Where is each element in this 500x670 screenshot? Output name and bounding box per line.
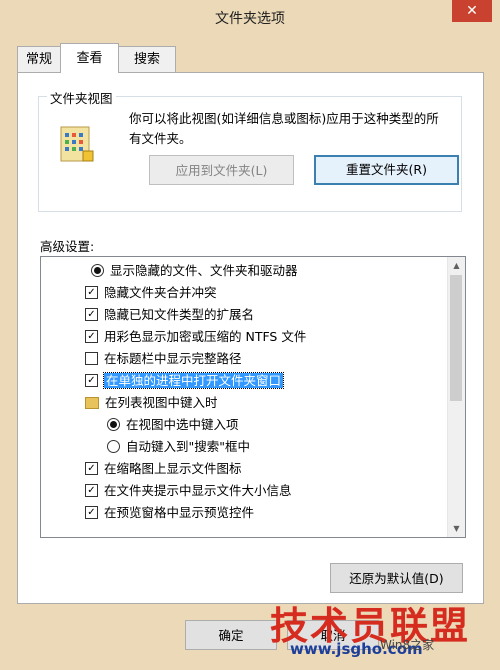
checkbox-icon[interactable] bbox=[85, 352, 98, 365]
tab-general[interactable]: 常规 bbox=[17, 46, 61, 72]
radio-icon[interactable] bbox=[107, 440, 120, 453]
list-item[interactable]: ✓ 在缩略图上显示文件图标 bbox=[85, 459, 242, 479]
list-item[interactable]: ✓ 用彩色显示加密或压缩的 NTFS 文件 bbox=[85, 327, 306, 347]
list-item[interactable]: 在视图中选中键入项 bbox=[107, 415, 239, 435]
vertical-scrollbar[interactable]: ▲ ▼ bbox=[447, 257, 465, 537]
folder-icon bbox=[85, 396, 99, 409]
checkbox-icon[interactable]: ✓ bbox=[85, 506, 98, 519]
list-item[interactable]: ✓ 在预览窗格中显示预览控件 bbox=[85, 503, 254, 523]
view-tab-panel: 文件夹视图 你可以将此视图(如详细信息或图标)应用于这种类型的所有文件夹。 应用… bbox=[17, 72, 484, 604]
scroll-down-icon[interactable]: ▼ bbox=[448, 520, 465, 537]
list-item[interactable]: ✓ 隐藏已知文件类型的扩展名 bbox=[85, 305, 254, 325]
folder-views-group: 文件夹视图 你可以将此视图(如详细信息或图标)应用于这种类型的所有文件夹。 应用… bbox=[38, 88, 462, 212]
list-group-header: 在列表视图中键入时 bbox=[85, 393, 218, 413]
checkbox-icon[interactable]: ✓ bbox=[85, 484, 98, 497]
list-item[interactable]: 在标题栏中显示完整路径 bbox=[85, 349, 242, 369]
close-button[interactable]: ✕ bbox=[452, 0, 492, 22]
folder-views-legend: 文件夹视图 bbox=[47, 88, 116, 107]
checkbox-icon[interactable]: ✓ bbox=[85, 286, 98, 299]
list-item[interactable]: 自动键入到"搜索"框中 bbox=[107, 437, 250, 457]
watermark-sub: Win8之家 bbox=[380, 638, 435, 652]
folder-options-dialog: 文件夹选项 ✕ 常规 查看 搜索 文件夹视图 你可以将此视图(如详细信息或图标) bbox=[0, 0, 500, 670]
reset-folders-button[interactable]: 重置文件夹(R) bbox=[314, 155, 459, 185]
list-item[interactable]: 显示隐藏的文件、文件夹和驱动器 bbox=[91, 261, 298, 281]
folder-view-icon bbox=[60, 126, 94, 162]
folder-views-description: 你可以将此视图(如详细信息或图标)应用于这种类型的所有文件夹。 bbox=[129, 111, 439, 146]
scrollbar-thumb[interactable] bbox=[450, 275, 462, 401]
checkbox-icon[interactable]: ✓ bbox=[85, 308, 98, 321]
title-bar[interactable]: 文件夹选项 ✕ bbox=[0, 0, 500, 38]
checkbox-icon[interactable]: ✓ bbox=[85, 374, 98, 387]
tab-view[interactable]: 查看 bbox=[60, 43, 119, 73]
apply-to-folders-button[interactable]: 应用到文件夹(L) bbox=[149, 155, 294, 185]
window-title: 文件夹选项 bbox=[215, 11, 285, 27]
tab-search[interactable]: 搜索 bbox=[118, 46, 176, 72]
list-item[interactable]: ✓ 在文件夹提示中显示文件大小信息 bbox=[85, 481, 292, 501]
list-item[interactable]: ✓ 隐藏文件夹合并冲突 bbox=[85, 283, 217, 303]
checkbox-icon[interactable]: ✓ bbox=[85, 462, 98, 475]
advanced-settings-list[interactable]: 显示隐藏的文件、文件夹和驱动器 ✓ 隐藏文件夹合并冲突 ✓ 隐藏已知文件类型的扩展名… bbox=[40, 256, 466, 538]
checkbox-icon[interactable]: ✓ bbox=[85, 330, 98, 343]
scroll-up-icon[interactable]: ▲ bbox=[448, 257, 465, 274]
restore-defaults-button[interactable]: 还原为默认值(D) bbox=[330, 563, 463, 593]
list-item-selected[interactable]: ✓ 在单独的进程中打开文件夹窗口 bbox=[85, 371, 285, 391]
radio-icon[interactable] bbox=[107, 418, 120, 431]
ok-button[interactable]: 确定 bbox=[185, 620, 277, 650]
radio-icon[interactable] bbox=[91, 264, 104, 277]
advanced-settings-label: 高级设置: bbox=[40, 239, 95, 254]
